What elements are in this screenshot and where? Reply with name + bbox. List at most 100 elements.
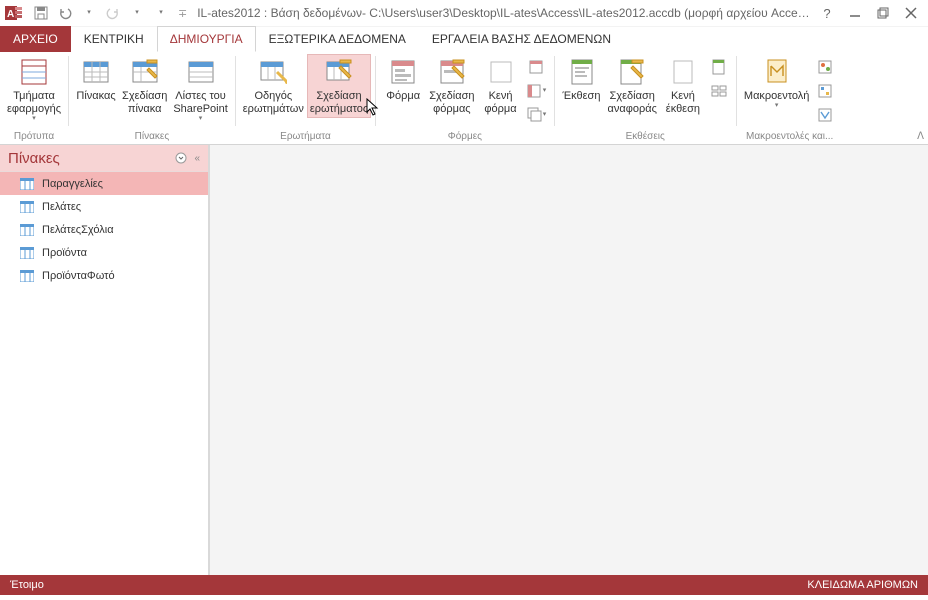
group-forms-label: Φόρμες [380,129,549,144]
nav-item-product-photos[interactable]: ΠροϊόνταΦωτό [0,264,208,287]
undo-more-icon[interactable] [78,2,100,24]
nav-header[interactable]: Πίνακες « [0,145,208,172]
tab-external-data[interactable]: ΕΞΩΤΕΡΙΚΑ ΔΕΔΟΜΕΝΑ [256,26,419,52]
nav-item-customer-notes[interactable]: ΠελάτεςΣχόλια [0,218,208,241]
blank-report-button[interactable]: Κενήέκθεση [660,54,706,118]
system-buttons: ? [814,2,924,24]
form-design-icon [436,56,468,88]
tab-file[interactable]: ΑΡΧΕΙΟ [0,26,71,52]
tab-database-tools[interactable]: ΕΡΓΑΛΕΙΑ ΒΑΣΗΣ ΔΕΔΟΜΕΝΩΝ [419,26,624,52]
qat-separator: ∓ [178,7,187,20]
nav-item-label: ΠροϊόνταΦωτό [42,270,115,282]
table-object-icon [20,247,34,259]
class-module-icon[interactable] [814,80,836,102]
report-wizard-icon[interactable] [708,56,730,78]
nav-list: Παραγγελίες Πελάτες ΠελάτεςΣχόλια Προϊόν… [0,172,208,575]
blank-form-icon [485,56,517,88]
group-queries: Οδηγόςερωτημάτων Σχεδίασηερωτήματος Ερωτ… [236,52,375,144]
tab-home[interactable]: ΚΕΝΤΡΙΚΗ [71,26,157,52]
macros-extra-stack [812,54,838,128]
form-design-label: Σχεδίασηφόρμας [429,90,474,116]
group-templates-label: Πρότυπα [4,129,64,144]
window-title: IL-ates2012 : Βάση δεδομένων- C:\Users\u… [193,6,814,20]
nav-item-label: Προϊόντα [42,247,87,259]
undo-icon[interactable] [54,2,76,24]
nav-filter-icon[interactable] [174,151,188,165]
report-button[interactable]: Έκθεση [559,54,605,105]
query-design-button[interactable]: Σχεδίασηερωτήματος [307,54,371,118]
status-right: ΚΛΕΙΔΩΜΑ ΑΡΙΘΜΩΝ [807,579,918,591]
nav-item-products[interactable]: Προϊόντα [0,241,208,264]
application-parts-icon [18,56,50,88]
table-icon [80,56,112,88]
main-area: Πίνακες « Παραγγελίες Πελάτες ΠελάτεςΣχό… [0,145,928,575]
nav-item-customers[interactable]: Πελάτες [0,195,208,218]
nav-item-label: ΠελάτεςΣχόλια [42,224,114,236]
table-design-button[interactable]: Σχεδίασηπίνακα [119,54,170,118]
redo-icon[interactable] [102,2,124,24]
application-parts-label: Τμήματαεφαρμογής [7,90,61,116]
table-object-icon [20,178,34,190]
query-design-icon [323,56,355,88]
table-object-icon [20,224,34,236]
nav-item-label: Πελάτες [42,201,81,213]
group-forms: Φόρμα Σχεδίασηφόρμας Κενήφόρμα Φόρμες [376,52,553,144]
macro-button[interactable]: Μακροεντολή [741,54,813,114]
visual-basic-icon[interactable] [814,104,836,126]
query-wizard-icon [257,56,289,88]
nav-item-orders[interactable]: Παραγγελίες [0,172,208,195]
table-design-icon [129,56,161,88]
table-design-label: Σχεδίασηπίνακα [122,90,167,116]
group-reports-label: Εκθέσεις [559,129,732,144]
form-design-button[interactable]: Σχεδίασηφόρμας [426,54,477,118]
close-icon[interactable] [898,2,924,24]
module-icon[interactable] [814,56,836,78]
labels-icon[interactable] [708,80,730,102]
group-templates: Τμήματαεφαρμογής Πρότυπα [0,52,68,144]
svg-text:A: A [7,9,14,20]
form-wizard-icon[interactable] [526,56,548,78]
query-wizard-button[interactable]: Οδηγόςερωτημάτων [240,54,307,118]
qat-customize-icon[interactable] [150,2,172,24]
status-left: Έτοιμο [10,579,44,591]
blank-form-button[interactable]: Κενήφόρμα [478,54,524,118]
forms-extra-stack [524,54,550,128]
reports-extra-stack [706,54,732,104]
table-button[interactable]: Πίνακας [73,54,119,105]
report-design-button[interactable]: Σχεδίασηαναφοράς [605,54,660,118]
nav-header-title: Πίνακες [8,150,60,167]
help-icon[interactable]: ? [814,2,840,24]
ribbon: Τμήματαεφαρμογής Πρότυπα Πίνακας Σχεδίασ… [0,52,928,145]
blank-form-label: Κενήφόρμα [484,90,516,116]
application-parts-button[interactable]: Τμήματαεφαρμογής [4,54,64,127]
report-design-icon [616,56,648,88]
collapse-ribbon-icon[interactable]: ᐱ [917,131,924,142]
group-reports: Έκθεση Σχεδίασηαναφοράς Κενήέκθεση Εκθέσ… [555,52,736,144]
sharepoint-lists-icon [185,56,217,88]
query-design-label: Σχεδίασηερωτήματος [310,90,368,116]
minimize-icon[interactable] [842,2,868,24]
group-queries-label: Ερωτήματα [240,129,371,144]
nav-collapse-icon[interactable]: « [194,153,200,164]
group-tables: Πίνακας Σχεδίασηπίνακα Λίστες τουSharePo… [69,52,235,144]
restore-icon[interactable] [870,2,896,24]
save-icon[interactable] [30,2,52,24]
nav-item-label: Παραγγελίες [42,178,103,190]
form-icon [387,56,419,88]
report-design-label: Σχεδίασηαναφοράς [608,90,657,116]
form-label: Φόρμα [386,90,420,103]
more-forms-icon[interactable] [526,104,548,126]
quick-access-toolbar [30,2,172,24]
form-button[interactable]: Φόρμα [380,54,426,105]
blank-report-icon [667,56,699,88]
group-macros-label: Μακροεντολές και... [741,129,839,144]
sharepoint-lists-label: Λίστες τουSharePoint [173,90,227,116]
redo-more-icon[interactable] [126,2,148,24]
status-bar: Έτοιμο ΚΛΕΙΔΩΜΑ ΑΡΙΘΜΩΝ [0,575,928,595]
macro-icon [761,56,793,88]
navigation-icon[interactable] [526,80,548,102]
sharepoint-lists-button[interactable]: Λίστες τουSharePoint [170,54,230,127]
tab-create[interactable]: ΔΗΜΙΟΥΡΓΙΑ [157,26,256,52]
macro-label: Μακροεντολή [744,90,810,103]
report-label: Έκθεση [563,90,601,103]
